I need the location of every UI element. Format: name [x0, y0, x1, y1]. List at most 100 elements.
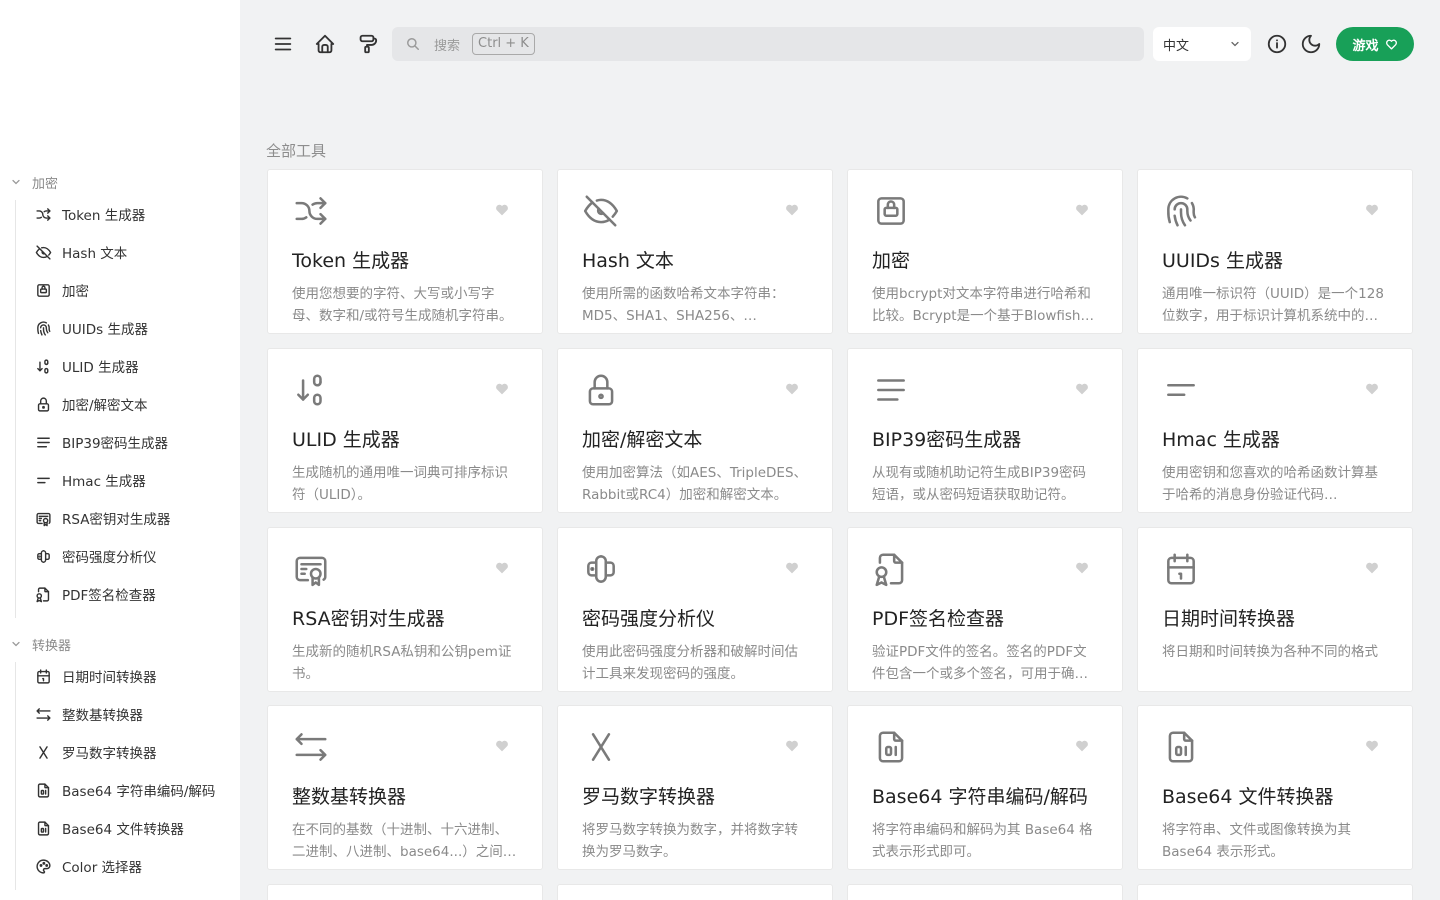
favorite-heart-icon[interactable] [784, 560, 800, 576]
file-digit-icon [34, 819, 52, 837]
sidebar-item[interactable]: 加密/解密文本 [34, 390, 232, 418]
tool-card[interactable]: RSA密钥对生成器 生成新的随机RSA私钥和公钥pem证书。 [267, 527, 543, 692]
sidebar-item-label: RSA密钥对生成器 [62, 512, 171, 528]
games-button[interactable]: 游戏 [1336, 27, 1414, 61]
tool-card-partial[interactable] [847, 884, 1123, 900]
sidebar-item[interactable]: BIP39密码生成器 [34, 428, 232, 456]
sidebar-item[interactable]: UUIDs 生成器 [34, 314, 232, 342]
sidebar-item[interactable]: Hmac 生成器 [34, 466, 232, 494]
tool-card-description: 通用唯一标识符（UUID）是一个128位数字，用于标识计算机系统中的信息。 [1162, 286, 1384, 324]
tool-card-title: 罗马数字转换器 [582, 786, 716, 808]
favorite-heart-icon[interactable] [1074, 560, 1090, 576]
sidebar-item-label: 加密/解密文本 [62, 398, 148, 414]
favorite-heart-icon[interactable] [494, 738, 510, 754]
language-select[interactable]: 中文 [1153, 27, 1251, 61]
tool-card[interactable]: 罗马数字转换器 将罗马数字转换为数字，并将数字转换为罗马数字。 [557, 705, 833, 870]
tool-card[interactable]: Hmac 生成器使用密钥和您喜欢的哈希函数计算基于哈希的消息身份验证代码（HMA… [1137, 348, 1413, 513]
sidebar-item[interactable]: Hash 文本 [34, 238, 232, 266]
favorite-heart-icon[interactable] [494, 381, 510, 397]
short-text-icon [34, 471, 52, 489]
favorite-heart-icon[interactable] [1364, 381, 1380, 397]
sidebar-group-line [15, 662, 16, 890]
fingerprint-icon [34, 319, 52, 337]
about-button[interactable] [1262, 29, 1292, 59]
sidebar-item[interactable]: PDF签名检查器 [34, 580, 232, 608]
favorite-heart-icon[interactable] [1074, 381, 1090, 397]
sidebar-item-label: Color 选择器 [62, 860, 143, 876]
tool-card-partial[interactable] [557, 884, 833, 900]
calendar-icon [34, 667, 52, 685]
tool-card[interactable]: BIP39密码生成器 从现有或随机助记符生成BIP39密码短语，或从密码短语获取助… [847, 348, 1123, 513]
favorite-heart-icon[interactable] [784, 202, 800, 218]
shuffle-icon [292, 192, 330, 230]
file-digit-icon [34, 781, 52, 799]
lock-square-icon [34, 281, 52, 299]
sidebar-item[interactable]: 罗马数字转换器 [34, 738, 232, 766]
favorite-heart-icon[interactable] [784, 381, 800, 397]
sidebar-item[interactable]: Base64 文件转换器 [34, 814, 232, 842]
moon-icon [1300, 33, 1322, 55]
tool-card[interactable]: Hash 文本使用所需的函数哈希文本字符串：MD5、SHA1、SHA256、SH… [557, 169, 833, 334]
tool-card[interactable]: 密码强度分析仪 使用此密码强度分析器和破解时间估计工具来发现密码的强度。 [557, 527, 833, 692]
sidebar-group-header[interactable]: 转换器 [0, 634, 71, 654]
calendar-icon [1162, 550, 1200, 588]
tool-card-description: 使用此密码强度分析器和破解时间估计工具来发现密码的强度。 [582, 644, 798, 682]
favorite-heart-icon[interactable] [1364, 202, 1380, 218]
tool-card-partial[interactable] [1137, 884, 1413, 900]
sidebar-item-label: BIP39密码生成器 [62, 436, 169, 452]
favorite-heart-icon[interactable] [784, 738, 800, 754]
tool-card[interactable]: Token 生成器 使用您想要的字符、大写或小写字母、数字和/或符号生成随机字符串… [267, 169, 543, 334]
sidebar-group-header[interactable]: 加密 [0, 172, 58, 192]
tool-card-title: Token 生成器 [292, 250, 410, 272]
sidebar-item[interactable]: RSA密钥对生成器 [34, 504, 232, 532]
tool-card[interactable]: PDF签名检查器 验证PDF文件的签名。签名的PDF文件包含一个或多个签名，可用于… [847, 527, 1123, 692]
tool-card-description: 从现有或随机助记符生成BIP39密码短语，或从密码短语获取助记符。 [872, 465, 1087, 503]
sidebar-group-title: 转换器 [32, 638, 72, 654]
search-input[interactable]: 搜索 Ctrl + K [392, 27, 1144, 61]
language-value: 中文 [1163, 38, 1190, 54]
favorite-heart-icon[interactable] [494, 202, 510, 218]
tool-card-title: ULID 生成器 [292, 429, 400, 451]
tool-card-partial[interactable] [267, 884, 543, 900]
arrows-left-right-icon [292, 728, 330, 766]
home-icon [314, 33, 336, 55]
tool-card[interactable]: 加密 使用bcrypt对文本字符串进行哈希和比较。Bcrypt是一个基于Blowf… [847, 169, 1123, 334]
tool-card-description: 使用bcrypt对文本字符串进行哈希和比较。Bcrypt是一个基于Blowfis… [872, 286, 1094, 324]
lock-icon [34, 395, 52, 413]
search-placeholder: 搜索 [434, 38, 461, 54]
fingerprint-icon [1162, 192, 1200, 230]
tool-card[interactable]: Base64 文件转换器 将字符串、文件或图像转换为其 Base64 表示形式。 [1137, 705, 1413, 870]
tool-card-description: 生成随机的通用唯一词典可排序标识符（ULID）。 [292, 465, 508, 503]
favorite-heart-icon[interactable] [1074, 202, 1090, 218]
sidebar-item[interactable]: 加密 [34, 276, 232, 304]
tool-card-title: Base64 字符串编码/解码 [872, 786, 1088, 808]
theme-toggle-button[interactable] [1296, 29, 1326, 59]
tool-card[interactable]: 整数基转换器 在不同的基数（十进制、十六进制、二进制、八进制、base64...）… [267, 705, 543, 870]
sidebar-item-label: 加密 [62, 284, 89, 300]
tool-card[interactable]: 加密/解密文本 使用加密算法（如AES、TripleDES、Rabbit或RC4）… [557, 348, 833, 513]
favorite-heart-icon[interactable] [1074, 738, 1090, 754]
tool-card[interactable]: 日期时间转换器 将日期和时间转换为各种不同的格式 [1137, 527, 1413, 692]
sidebar-item[interactable]: 整数基转换器 [34, 700, 232, 728]
sidebar-item[interactable]: 密码强度分析仪 [34, 542, 232, 570]
tool-card[interactable]: UUIDs 生成器 通用唯一标识符（UUID）是一个128位数字，用于标识计算机系… [1137, 169, 1413, 334]
favorite-heart-icon[interactable] [1364, 560, 1380, 576]
tool-card[interactable]: Base64 字符串编码/解码 将字符串编码和解码为其 Base64 格式表示形式… [847, 705, 1123, 870]
eye-off-icon [34, 243, 52, 261]
tool-card[interactable]: ULID 生成器生成随机的通用唯一词典可排序标识符（ULID）。 [267, 348, 543, 513]
sidebar-item[interactable]: Token 生成器 [34, 200, 232, 228]
sidebar-item[interactable]: 日期时间转换器 [34, 662, 232, 690]
sidebar-item[interactable]: ULID 生成器 [34, 352, 232, 380]
home-button[interactable] [310, 29, 340, 59]
favorite-heart-icon[interactable] [494, 560, 510, 576]
menu-toggle-button[interactable] [268, 29, 298, 59]
chevron-down-icon [0, 176, 32, 188]
sidebar-item[interactable]: Base64 字符串编码/解码 [34, 776, 232, 804]
ui-lib-button[interactable] [352, 29, 382, 59]
tool-card-description: 在不同的基数（十进制、十六进制、二进制、八进制、base64...）之间转换数字 [292, 822, 517, 860]
sidebar-item[interactable]: Color 选择器 [34, 852, 232, 880]
favorite-heart-icon[interactable] [1364, 738, 1380, 754]
sort-09-icon [292, 371, 330, 409]
tool-card-title: Base64 文件转换器 [1162, 786, 1334, 808]
tool-card-title: Hash 文本 [582, 250, 674, 272]
